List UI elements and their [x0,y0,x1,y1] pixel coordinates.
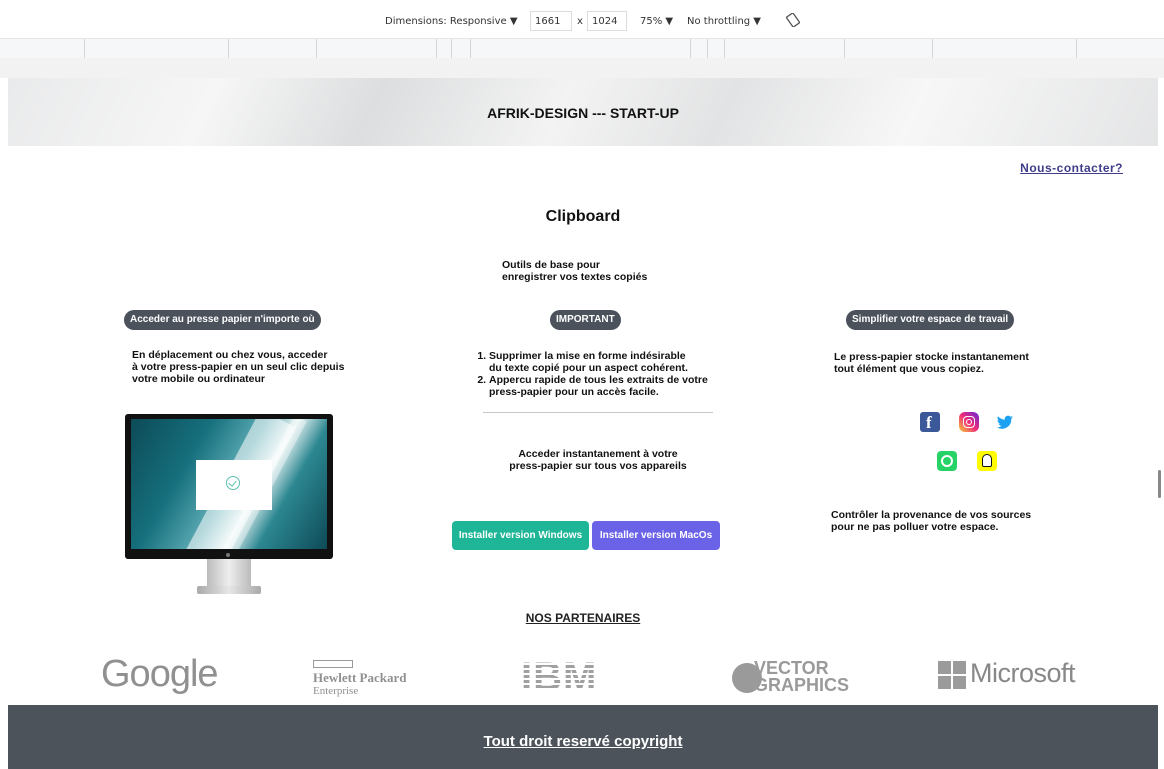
hp-logo-line: Enterprise [313,685,359,697]
monitor-stand [207,559,251,589]
sources-description: Contrôler la provenance de vos sources p… [831,509,1091,533]
dimensions-dropdown[interactable]: Dimensions: Responsive ▼ [385,16,518,27]
microsoft-logo-text: Microsoft [970,658,1076,688]
list-item-line: Appercu rapide de tous les extraits de v… [489,374,708,386]
sources-line: pour ne pas polluer votre espace. [831,521,999,533]
access-line: votre mobile ou ordinateur [132,373,266,385]
vector-logo-line: GRAPHICS [754,675,850,695]
divider [483,412,713,413]
feature-pill-important: IMPORTANT [550,310,621,330]
monitor-illustration [125,414,333,596]
page-title: Clipboard [545,208,621,225]
list-item-line: Supprimer la mise en forme indésirable [489,350,686,362]
list-item: Supprimer la mise en forme indésirable d… [489,350,759,374]
rotate-device-icon[interactable] [786,13,800,27]
partners-title: NOS PARTENAIRES [525,611,641,625]
contact-link[interactable]: Nous-contacter? [1020,161,1123,175]
whatsapp-icon[interactable] [937,451,957,471]
install-windows-button[interactable]: Installer version Windows [452,521,589,550]
page-viewport: AFRIK-DESIGN --- START-UP Nous-contacter… [8,78,1158,769]
page-subtitle: Outils de base pour enregistrer vos text… [502,259,722,283]
site-title: AFRIK-DESIGN --- START-UP [487,105,679,121]
workspace-line: tout élément que vous copiez. [834,363,984,375]
dimensions-times: x [577,16,583,27]
install-macos-button[interactable]: Installer version MacOs [592,521,720,550]
ibm-logo: IBM [521,655,598,699]
important-list: Supprimer la mise en forme indésirable d… [471,350,759,398]
instant-line: press-papier sur tous vos appareils [509,460,687,472]
check-circle-icon [226,476,240,490]
list-item: Appercu rapide de tous les extraits de v… [489,374,759,398]
list-item-line: du texte copié pour un aspect cohérent. [489,362,688,374]
header-banner: AFRIK-DESIGN --- START-UP [8,78,1158,146]
feature-pill-access: Acceder au presse papier n'importe où [124,310,321,330]
microsoft-windows-icon [938,661,966,689]
viewport-background [0,58,1164,78]
workspace-description: Le press-papier stocke instantanement to… [834,351,1074,375]
footer: Tout droit reservé copyright [8,705,1158,769]
sources-line: Contrôler la provenance de vos sources [831,509,1032,521]
hp-box-icon [313,660,353,668]
twitter-icon[interactable] [995,412,1015,432]
subtitle-line: enregistrer vos textes copiés [502,271,648,283]
resize-handle[interactable] [1158,470,1161,498]
subtitle-line: Outils de base pour [502,259,601,271]
screen-dialog [196,460,272,510]
width-input[interactable]: 1661 [530,11,572,31]
instant-line: Acceder instantanement à votre [518,448,678,460]
devtools-toolbar: Dimensions: Responsive ▼ 1661 x 1024 75%… [0,0,1164,41]
copyright-link[interactable]: Tout droit reservé copyright [8,733,1158,750]
instant-access-text: Acceder instantanement à votre press-pap… [478,448,718,472]
facebook-icon[interactable]: f [920,412,940,432]
monitor-base [197,586,261,594]
monitor-logo [226,553,230,557]
height-input[interactable]: 1024 [587,11,627,31]
access-description: En déplacement ou chez vous, acceder à v… [132,349,392,385]
access-line: En déplacement ou chez vous, acceder [132,349,328,361]
feature-pill-workspace: Simplifier votre espace de travail [846,310,1015,330]
monitor-screen [131,419,327,549]
vector-logo-text: VECTOR GRAPHICS [754,659,850,695]
snapchat-icon[interactable] [977,451,997,471]
monitor-frame [125,414,333,559]
workspace-line: Le press-papier stocke instantanement [834,351,1029,363]
google-logo: Google [101,653,219,695]
list-item-line: press-papier pour un accès facile. [489,386,659,398]
vector-graphics-logo: VECTOR GRAPHICS [732,658,862,698]
throttling-dropdown[interactable]: No throttling ▼ [687,16,761,27]
instagram-icon[interactable] [959,412,979,432]
media-query-ruler[interactable] [0,38,1164,59]
microsoft-logo: Microsoft [938,658,1078,698]
hp-logo-line: Hewlett Packard [313,670,407,685]
access-line: à votre press-papier en un seul clic dep… [132,361,345,373]
zoom-dropdown[interactable]: 75% ▼ [640,16,673,27]
